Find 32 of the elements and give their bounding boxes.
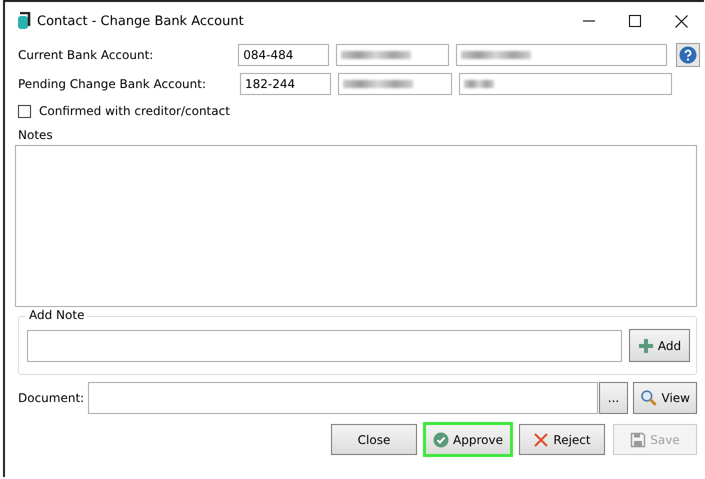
field-label: Pending Change Bank Account:	[17, 76, 207, 90]
account-name-field[interactable]	[336, 44, 449, 66]
browse-button[interactable]: ...	[599, 382, 628, 414]
close-icon	[674, 14, 688, 28]
database-icon	[17, 12, 31, 30]
account-number-field[interactable]	[456, 44, 668, 66]
window-title: Contact - Change Bank Account	[37, 14, 245, 28]
document-field[interactable]	[88, 382, 598, 414]
note-input-field[interactable]	[27, 330, 622, 362]
floppy-icon	[630, 432, 646, 448]
check-circle-icon	[433, 432, 450, 448]
approve-button[interactable]: Approve	[425, 424, 511, 455]
sort-code-field[interactable]: 182-244	[240, 72, 331, 94]
help-button[interactable]	[676, 42, 700, 66]
close-button[interactable]: Close	[331, 424, 417, 455]
checkbox-label[interactable]: Confirmed with creditor/contact	[39, 104, 230, 118]
notes-label: Notes	[18, 128, 54, 142]
account-number-field[interactable]	[459, 72, 672, 94]
sort-code-field[interactable]: 084-484	[238, 44, 329, 66]
view-button[interactable]: View	[633, 382, 697, 414]
minimize-icon	[583, 20, 595, 22]
field-label: Current Bank Account:	[17, 48, 154, 62]
add-button[interactable]: Add	[629, 329, 690, 362]
account-name-field[interactable]	[338, 72, 452, 94]
reject-button[interactable]: Reject	[519, 424, 605, 455]
maximize-icon	[629, 15, 641, 27]
group-label: Add Note	[26, 308, 88, 322]
search-icon	[640, 389, 658, 407]
checkbox[interactable]	[18, 104, 31, 118]
x-icon	[533, 432, 550, 448]
field-label: Document:	[18, 391, 84, 405]
plus-icon	[638, 338, 654, 354]
